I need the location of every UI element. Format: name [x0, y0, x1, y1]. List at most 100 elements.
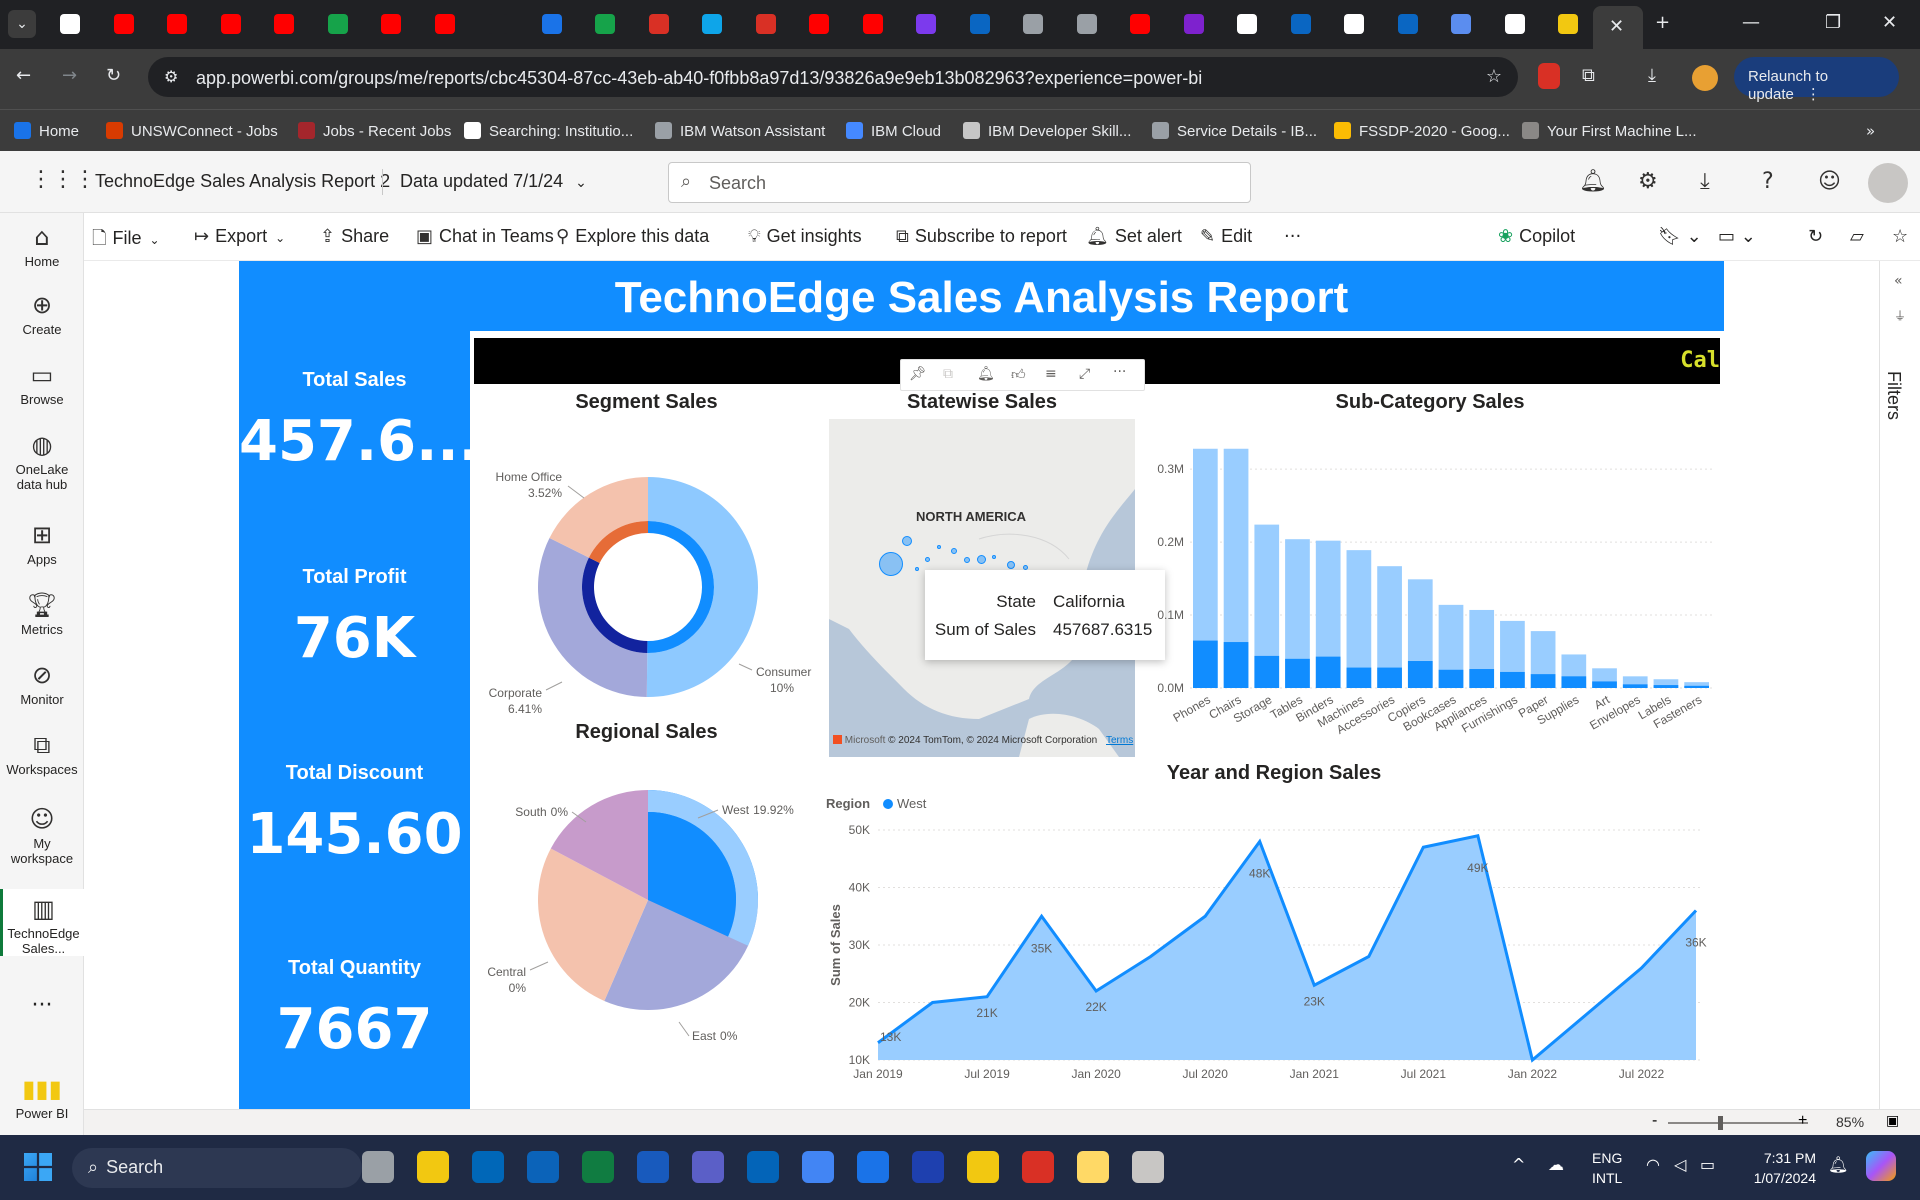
edit-button[interactable]: ✎ Edit — [1200, 226, 1252, 247]
segment-sales-chart[interactable]: Consumer 10% Corporate 6.41% Home Office 3.52… — [474, 420, 819, 720]
browser-tab-5[interactable] — [274, 14, 294, 34]
onedrive-icon[interactable]: ☁ — [1548, 1155, 1564, 1174]
focus-mode-icon[interactable]: ⤢ — [1079, 366, 1090, 382]
browser-tab-26[interactable] — [1397, 14, 1418, 34]
map-bubble[interactable] — [924, 556, 930, 562]
explore-data-button[interactable]: ⚲ Explore this data — [556, 226, 709, 247]
kpi-total-quantity-value[interactable]: 7667 — [239, 997, 470, 1062]
subscribe-button[interactable]: ⧉ Subscribe to report — [896, 226, 1067, 247]
clock[interactable]: 7:31 PM 1/07/2024 — [1746, 1148, 1816, 1188]
download-icon[interactable]: ⤓ — [1648, 65, 1656, 86]
map-bubble[interactable] — [902, 536, 912, 546]
taskbar-app-icon[interactable] — [1077, 1151, 1109, 1183]
settings-icon[interactable]: ⚙ — [1638, 169, 1658, 194]
subcategory-sales-chart[interactable]: 0.0M0.1M0.2M0.3MPhonesChairsStorageTable… — [1140, 420, 1720, 750]
taskbar-search[interactable]: ⌕ Search — [72, 1148, 362, 1188]
nav-item-onelake[interactable]: ◍ OneLake data hub — [0, 431, 84, 492]
nav-item-monitor[interactable]: ⊘ Monitor — [0, 661, 84, 707]
zoom-in-icon[interactable]: + — [1798, 1112, 1807, 1130]
map-bubble-california[interactable] — [879, 552, 903, 576]
bookmarks-overflow-icon[interactable]: » — [1866, 122, 1875, 140]
copy-icon[interactable]: ⧉ — [943, 366, 953, 382]
nav-item-apps[interactable]: ⊞ Apps — [0, 521, 84, 567]
browser-tab-20[interactable] — [1076, 14, 1097, 34]
browser-tab-7[interactable] — [381, 14, 401, 34]
get-insights-button[interactable]: 💡︎ Get insights — [748, 226, 862, 247]
zoom-level[interactable]: 85% — [1836, 1114, 1864, 1130]
share-button[interactable]: ⇪ Share — [320, 226, 389, 247]
bar-highlight-envelopes[interactable] — [1622, 684, 1648, 688]
like-icon[interactable]: 👍︎ — [1011, 366, 1026, 383]
profile-avatar[interactable] — [1692, 65, 1718, 91]
browser-tab-25[interactable] — [1344, 14, 1364, 34]
browser-tab-24[interactable] — [1290, 14, 1311, 34]
map-bubble[interactable] — [1022, 564, 1028, 570]
filter-icon[interactable]: ≡ — [1045, 366, 1057, 382]
browser-tab-4[interactable] — [220, 14, 241, 34]
bookmark-item[interactable]: IBM Cloud — [846, 122, 941, 140]
search-input[interactable]: ⌕ Search — [668, 162, 1251, 203]
zoom-out-icon[interactable]: - — [1652, 1112, 1657, 1130]
nav-item-technoedge[interactable]: ▥ TechnoEdge Sales... — [0, 889, 84, 956]
more-nav-icon[interactable]: ··· — [0, 993, 84, 1018]
kpi-total-sales-value[interactable]: 457.6... — [239, 409, 480, 474]
battery-icon[interactable]: ▭ — [1700, 1155, 1715, 1174]
browser-tab-15[interactable] — [809, 14, 829, 34]
bar-highlight-furnishings[interactable] — [1500, 671, 1525, 688]
map-bubble[interactable] — [915, 567, 919, 571]
taskbar-app-icon[interactable] — [912, 1151, 944, 1183]
filters-pane-collapsed[interactable]: « ⏚ Filters — [1879, 261, 1920, 1109]
browser-tab-21[interactable] — [1130, 14, 1150, 34]
kpi-total-discount-value[interactable]: 145.60 — [239, 802, 470, 867]
bookmark-item[interactable]: Home — [14, 122, 79, 140]
taskbar-app-icon[interactable] — [472, 1151, 504, 1183]
show-hidden-icons[interactable]: ^ — [1512, 1155, 1525, 1174]
bar-highlight-machines[interactable] — [1346, 667, 1372, 688]
nav-item-my[interactable]: ☺ My workspace — [0, 805, 84, 866]
browser-tab-8[interactable] — [434, 14, 455, 34]
close-tab-icon[interactable]: ✕ — [1609, 16, 1624, 37]
taskbar-app-icon[interactable] — [417, 1151, 449, 1183]
nav-item-home[interactable]: ⌂ Home — [0, 223, 84, 269]
view-icon[interactable]: ▭ ⌄ — [1718, 226, 1756, 247]
taskbar-app-icon[interactable] — [802, 1151, 834, 1183]
browser-tab-3[interactable] — [167, 14, 187, 34]
taskbar-app-icon[interactable] — [1132, 1151, 1164, 1183]
bookmark-item[interactable]: Service Details - IB... — [1152, 122, 1317, 140]
export-menu[interactable]: ↦ Export ⌄ — [194, 226, 285, 247]
wifi-icon[interactable]: ◠ — [1646, 1155, 1660, 1174]
expand-filters-icon[interactable]: « — [1894, 273, 1903, 289]
bar-highlight-accessories[interactable] — [1377, 667, 1402, 688]
map-bubble[interactable] — [976, 554, 986, 564]
browser-tab-22[interactable] — [1183, 14, 1204, 34]
taskbar-app-icon[interactable] — [692, 1151, 724, 1183]
map-bubble[interactable] — [937, 545, 941, 549]
relaunch-button[interactable]: Relaunch to update ⋮ — [1734, 57, 1899, 103]
bookmark-item[interactable]: Jobs - Recent Jobs — [298, 122, 451, 140]
address-bar[interactable]: ⚙ app.powerbi.com/groups/me/reports/cbc4… — [148, 57, 1518, 97]
tab-search-button[interactable]: ⌄ — [8, 10, 36, 38]
more-options-icon[interactable]: ··· — [1284, 226, 1301, 247]
chat-in-teams-button[interactable]: ▣ Chat in Teams — [416, 226, 554, 247]
browser-tab-27[interactable] — [1451, 14, 1471, 34]
notification-bell-icon[interactable]: 🔔︎ — [1828, 1155, 1848, 1174]
browser-tab-18[interactable] — [969, 14, 990, 34]
bar-highlight-supplies[interactable] — [1561, 676, 1587, 688]
browser-tab-29[interactable] — [1558, 14, 1578, 34]
taskbar-app-icon[interactable] — [967, 1151, 999, 1183]
kpi-total-profit-value[interactable]: 76K — [239, 606, 470, 671]
browser-tab-16[interactable] — [862, 14, 883, 34]
alert-icon[interactable]: 🔔︎ — [977, 366, 995, 382]
browser-tab-14[interactable] — [755, 14, 776, 34]
map-bubble[interactable] — [964, 557, 970, 563]
back-icon[interactable]: ← — [16, 65, 31, 86]
browser-tab-9[interactable] — [488, 14, 508, 34]
close-window-icon[interactable]: ✕ — [1882, 12, 1897, 33]
more-icon[interactable]: ··· — [1113, 364, 1126, 380]
browser-tab-6[interactable] — [327, 14, 348, 34]
bar-highlight-binders[interactable] — [1315, 656, 1341, 688]
nav-item-create[interactable]: ⊕ Create — [0, 291, 84, 337]
bookmark-item[interactable]: IBM Watson Assistant — [655, 122, 825, 140]
bar-highlight-art[interactable] — [1592, 681, 1617, 688]
browser-tab-1[interactable] — [60, 14, 80, 34]
